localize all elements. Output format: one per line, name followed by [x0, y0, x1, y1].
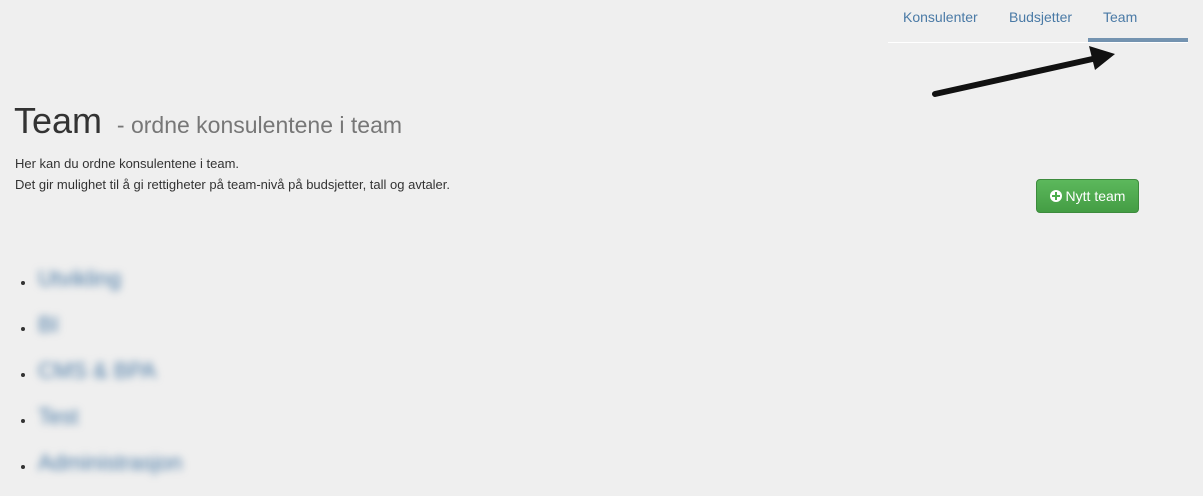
description-line-2: Det gir mulighet til å gi rettigheter på…	[15, 177, 451, 192]
team-link[interactable]: Utvikling	[38, 266, 121, 292]
plus-circle-icon	[1049, 190, 1062, 202]
tab-team[interactable]: Team	[1103, 9, 1137, 25]
tab-konsulenter[interactable]: Konsulenter	[903, 9, 978, 25]
bullet-icon	[21, 465, 25, 469]
team-list-item: Utvikling	[0, 262, 400, 308]
annotation-arrow-icon	[932, 46, 1115, 97]
tab-budsjetter[interactable]: Budsjetter	[1009, 9, 1072, 25]
team-link[interactable]: BI	[38, 312, 59, 338]
team-list: Utvikling BI CMS & BPA Test Administrasj…	[0, 262, 400, 492]
team-link[interactable]: Test	[38, 404, 78, 430]
page-description: Her kan du ordne konsulentene i team. De…	[15, 153, 450, 195]
page-title-main: Team	[14, 100, 103, 141]
bullet-icon	[21, 327, 25, 331]
description-line-1: Her kan du ordne konsulentene i team.	[15, 156, 240, 171]
team-list-item: CMS & BPA	[0, 354, 400, 400]
new-team-button[interactable]: Nytt team	[1036, 179, 1139, 213]
page-title: Team - ordne konsulentene i team	[14, 100, 402, 142]
team-link[interactable]: Administrasjon	[38, 450, 182, 476]
new-team-button-label: Nytt team	[1065, 188, 1126, 204]
team-list-item: Administrasjon	[0, 446, 400, 492]
nav-tabs: Konsulenter Budsjetter Team	[888, 0, 1188, 43]
bullet-icon	[21, 419, 25, 423]
team-link[interactable]: CMS & BPA	[38, 358, 156, 384]
team-list-item: BI	[0, 308, 400, 354]
page-subtitle: - ordne konsulentene i team	[116, 112, 403, 138]
bullet-icon	[21, 281, 25, 285]
bullet-icon	[21, 373, 25, 377]
team-list-item: Test	[0, 400, 400, 446]
